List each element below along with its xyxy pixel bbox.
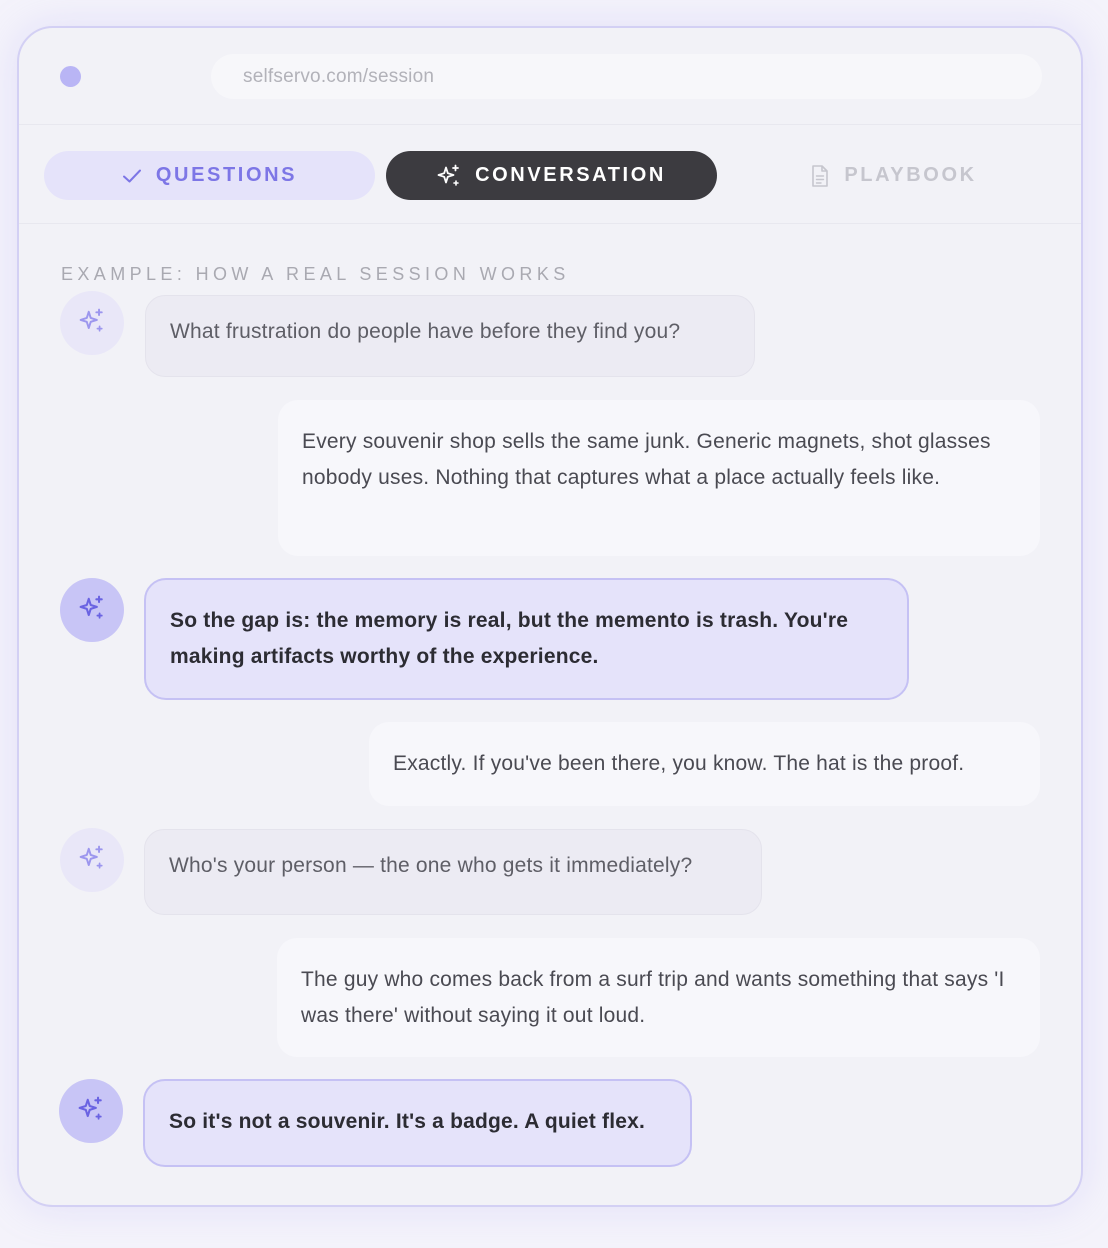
assistant-avatar bbox=[60, 578, 124, 642]
tab-conversation[interactable]: CONVERSATION bbox=[386, 151, 717, 200]
sparkle-icon bbox=[79, 308, 105, 339]
sparkle-icon bbox=[78, 1096, 104, 1127]
user-message: Exactly. If you've been there, you know.… bbox=[369, 722, 1040, 806]
sparkle-icon bbox=[79, 845, 105, 876]
assistant-message-highlight: So the gap is: the memory is real, but t… bbox=[144, 578, 909, 700]
tab-conversation-label: CONVERSATION bbox=[475, 164, 666, 186]
user-message: The guy who comes back from a surf trip … bbox=[277, 938, 1040, 1057]
assistant-avatar bbox=[60, 828, 124, 892]
assistant-avatar bbox=[60, 291, 124, 355]
sparkle-icon bbox=[437, 164, 461, 188]
browser-window: selfservo.com/session QUESTIONS CONVERSA… bbox=[17, 26, 1083, 1207]
tab-questions[interactable]: QUESTIONS bbox=[44, 151, 375, 200]
check-icon bbox=[122, 168, 142, 184]
sparkle-icon bbox=[79, 595, 105, 626]
section-label: EXAMPLE: HOW A REAL SESSION WORKS bbox=[61, 264, 570, 284]
address-bar[interactable]: selfservo.com/session bbox=[211, 54, 1042, 99]
tab-bar: QUESTIONS CONVERSATION PLAYBOOK bbox=[19, 125, 1081, 224]
document-icon bbox=[810, 164, 830, 188]
tab-questions-label: QUESTIONS bbox=[155, 164, 298, 186]
window-dot[interactable] bbox=[60, 66, 81, 87]
assistant-message: What frustration do people have before t… bbox=[145, 295, 755, 377]
assistant-message: Who's your person — the one who gets it … bbox=[144, 829, 762, 915]
assistant-message-highlight: So it's not a souvenir. It's a badge. A … bbox=[143, 1079, 692, 1167]
user-message: Every souvenir shop sells the same junk.… bbox=[278, 400, 1040, 556]
assistant-avatar bbox=[59, 1079, 123, 1143]
title-bar: selfservo.com/session bbox=[19, 28, 1081, 125]
tab-playbook[interactable]: PLAYBOOK bbox=[728, 151, 1059, 200]
tab-playbook-label: PLAYBOOK bbox=[844, 164, 977, 186]
